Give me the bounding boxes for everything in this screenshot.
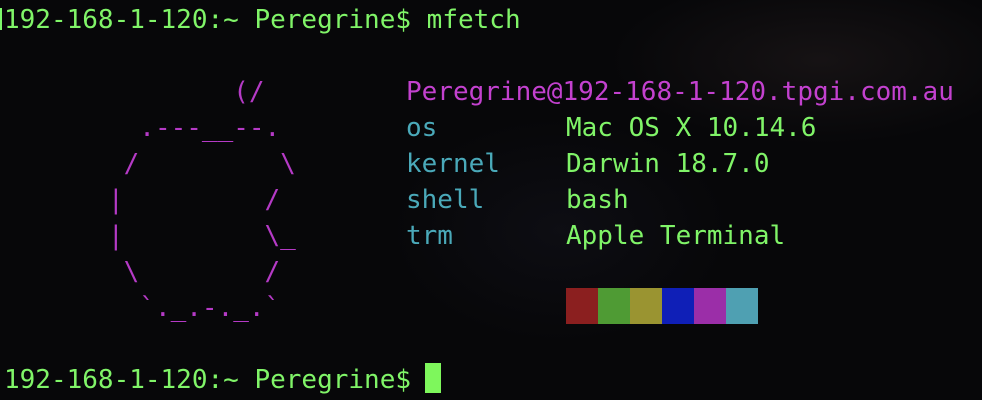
ascii-line: / \ [108, 149, 296, 179]
color-swatch-yellow [630, 288, 662, 324]
info-value-trm: Apple Terminal [566, 221, 786, 251]
terminal-window[interactable]: 192-168-1-120:~ Peregrine$ mfetch (/ .--… [0, 0, 982, 400]
info-key-os: os [406, 113, 438, 143]
prompt-symbol: $ [395, 365, 412, 395]
prompt-colon: : [207, 365, 224, 395]
info-key-shell: shell [406, 185, 485, 215]
ascii-line: .---__--. [108, 113, 281, 143]
color-swatch-cyan [726, 288, 758, 324]
prompt-user: Peregrine [254, 5, 396, 35]
color-swatch-blue [662, 288, 694, 324]
color-swatch-green [598, 288, 630, 324]
color-swatch-red [566, 288, 598, 324]
ascii-line: `._.-._.` [108, 293, 281, 323]
prompt-line-1: 192-168-1-120:~ Peregrine$ mfetch [4, 4, 521, 36]
prompt-colon: : [207, 5, 224, 35]
prompt-path: ~ [223, 5, 239, 35]
info-value-os: Mac OS X 10.14.6 [566, 113, 817, 143]
ascii-line: (/ [108, 77, 265, 107]
prompt-path: ~ [223, 365, 239, 395]
ascii-line: | \_ [108, 221, 296, 251]
command-text: mfetch [426, 5, 521, 35]
info-value-shell: bash [566, 185, 629, 215]
color-swatch-magenta [694, 288, 726, 324]
prompt-symbol: $ [395, 5, 412, 35]
user-host-label: Peregrine@192-168-1-120.tpgi.com.au [406, 77, 954, 107]
info-value-kernel: Darwin 18.7.0 [566, 149, 770, 179]
prompt-host: 192-168-1-120 [4, 365, 208, 395]
info-key-trm: trm [406, 221, 453, 251]
prompt-line-2[interactable]: 192-168-1-120:~ Peregrine$ [4, 363, 442, 396]
ascii-line: | / [108, 185, 281, 215]
selection-edge-marker [0, 8, 2, 30]
color-palette [566, 288, 758, 324]
prompt-host: 192-168-1-120 [4, 5, 208, 35]
text-cursor [425, 363, 442, 393]
ascii-line: \ / [108, 257, 281, 287]
info-key-kernel: kernel [406, 149, 500, 179]
prompt-user: Peregrine [254, 365, 396, 395]
